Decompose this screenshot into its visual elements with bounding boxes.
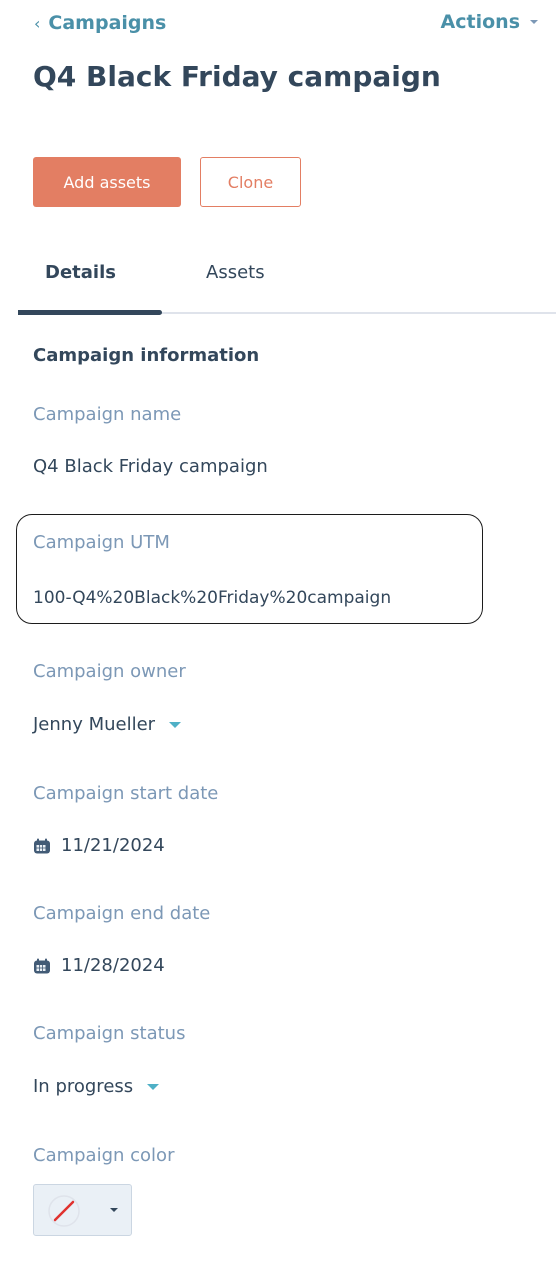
page-title: Q4 Black Friday campaign	[33, 60, 441, 93]
section-title: Campaign information	[33, 345, 260, 366]
campaign-name-value[interactable]: Q4 Black Friday campaign	[33, 456, 268, 477]
caret-down-icon	[110, 1208, 118, 1212]
campaign-status-value: In progress	[33, 1076, 134, 1097]
back-link-label: Campaigns	[48, 12, 167, 34]
tab-details[interactable]: Details	[45, 262, 116, 283]
campaign-end-date-value: 11/28/2024	[61, 955, 165, 976]
campaign-status-dropdown[interactable]: In progress	[33, 1076, 160, 1097]
calendar-icon	[34, 838, 50, 853]
campaign-name-label: Campaign name	[33, 404, 182, 425]
campaign-color-picker[interactable]	[33, 1184, 132, 1236]
calendar-icon	[34, 958, 50, 973]
caret-down-icon	[169, 721, 182, 728]
tab-bar: Details Assets	[18, 248, 556, 316]
caret-down-icon	[147, 1083, 160, 1090]
campaign-end-date-label: Campaign end date	[33, 903, 211, 924]
campaign-status-label: Campaign status	[33, 1023, 186, 1044]
tab-active-indicator	[18, 310, 162, 315]
campaign-owner-dropdown[interactable]: Jenny Mueller	[33, 714, 182, 735]
tab-assets[interactable]: Assets	[206, 262, 265, 283]
campaign-color-label: Campaign color	[33, 1145, 175, 1166]
campaign-start-date-label: Campaign start date	[33, 783, 219, 804]
campaign-owner-label: Campaign owner	[33, 661, 186, 682]
actions-label: Actions	[440, 11, 520, 33]
chevron-left-icon: ‹	[34, 13, 41, 33]
add-assets-button[interactable]: Add assets	[33, 157, 181, 207]
campaign-start-date-value: 11/21/2024	[61, 835, 165, 856]
campaign-utm-label: Campaign UTM	[33, 532, 170, 553]
actions-dropdown[interactable]: Actions	[441, 11, 538, 33]
campaign-end-date-picker[interactable]: 11/28/2024	[33, 955, 165, 976]
campaign-owner-value: Jenny Mueller	[33, 714, 156, 735]
campaign-start-date-picker[interactable]: 11/21/2024	[33, 835, 165, 856]
no-color-swatch-icon	[48, 1195, 80, 1227]
campaign-utm-value: 100-Q4%20Black%20Friday%20campaign	[33, 588, 392, 608]
back-to-campaigns-link[interactable]: ‹ Campaigns	[34, 12, 166, 34]
clone-button[interactable]: Clone	[200, 157, 301, 207]
caret-down-icon	[530, 20, 538, 24]
